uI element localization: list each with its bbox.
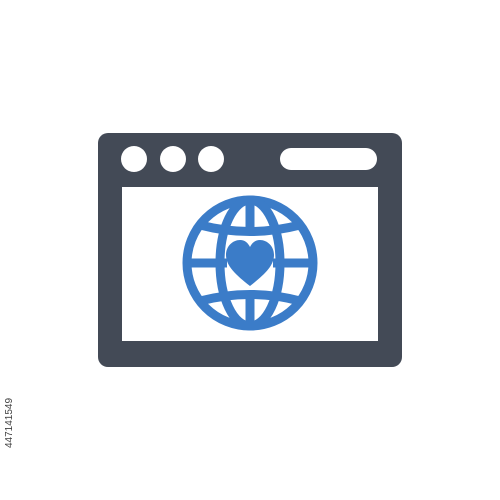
window-dot-1	[121, 146, 147, 172]
browser-window-globe-heart-icon	[98, 133, 402, 367]
stock-id-label: 447141549	[4, 397, 15, 449]
address-bar-pill	[280, 148, 377, 170]
stock-image-canvas: 447141549	[0, 0, 500, 500]
window-dot-3	[198, 146, 224, 172]
window-dot-2	[160, 146, 186, 172]
